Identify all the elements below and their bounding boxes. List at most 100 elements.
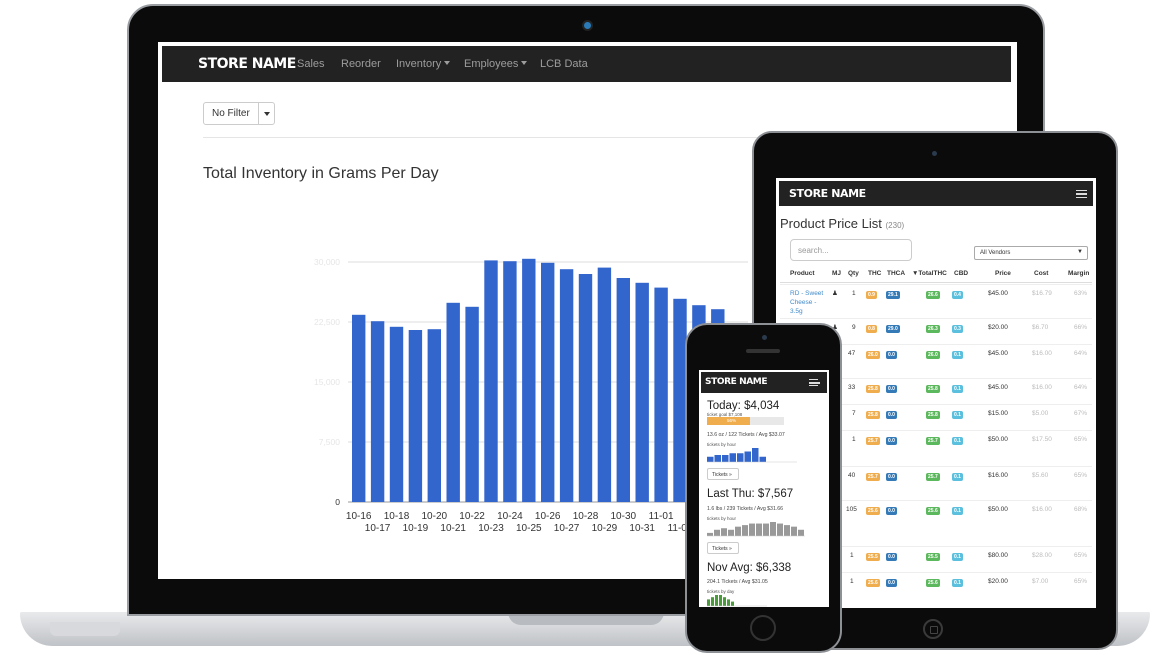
col-header-margin[interactable]: Margin <box>1068 270 1089 277</box>
bar-10-18[interactable] <box>389 326 404 502</box>
cbd-badge: 0.3 <box>952 325 963 333</box>
cbd-badge: 0.1 <box>952 579 963 587</box>
product-link[interactable]: RD - Sweet Cheese - 3.5g <box>790 289 826 316</box>
select-arrow-icon: ▼ <box>1077 249 1083 255</box>
price-cell: $45.00 <box>988 350 1008 357</box>
thc-badge: 26.0 <box>866 351 880 359</box>
bar-10-31[interactable] <box>635 282 649 502</box>
header-divider <box>780 282 1092 283</box>
bar-10-21[interactable] <box>446 302 460 502</box>
col-header-price[interactable]: Price <box>995 270 1011 277</box>
spark-bar <box>763 523 769 536</box>
spark-bar <box>744 451 751 462</box>
bar-10-25[interactable] <box>522 258 536 502</box>
total-thc-badge: 25.8 <box>926 411 940 419</box>
chart-title: Total Inventory in Grams Per Day <box>203 165 439 182</box>
nav-sales[interactable]: Sales <box>297 58 325 70</box>
spark-bar <box>722 455 729 462</box>
spark-bar <box>791 526 797 536</box>
bar-10-16[interactable] <box>352 314 366 502</box>
col-header-total-thc[interactable]: ▼TotalTHC <box>912 270 947 277</box>
cbd-badge: 0.1 <box>952 507 963 515</box>
bar-10-24[interactable] <box>503 261 517 502</box>
bar-10-27[interactable] <box>559 269 574 502</box>
spark-bar <box>729 453 736 462</box>
price-cell: $15.00 <box>988 410 1008 417</box>
hamburger-menu-icon[interactable] <box>1076 190 1087 198</box>
cbd-badge: 0.1 <box>952 473 963 481</box>
bar-10-22[interactable] <box>465 306 479 502</box>
goal-progress-label: 56% <box>727 418 737 423</box>
col-header-thc[interactable]: THC <box>868 270 881 277</box>
filter-toggle[interactable] <box>258 103 275 124</box>
bar-10-23[interactable] <box>484 260 498 502</box>
qty-cell: 1 <box>850 552 854 559</box>
col-header-mj[interactable]: MJ <box>832 270 841 277</box>
spark-bar <box>721 528 727 536</box>
bar-11-01[interactable] <box>654 287 668 502</box>
today-hourly-chart <box>707 448 797 463</box>
x-tick-label: 10-24 <box>497 511 523 522</box>
cbd-badge: 0.4 <box>952 291 963 299</box>
margin-cell: 68% <box>1074 506 1088 513</box>
bar-10-17[interactable] <box>370 321 385 502</box>
total-thc-badge: 26.3 <box>926 325 940 333</box>
qty-cell: 33 <box>848 384 856 391</box>
thca-badge: 29.0 <box>886 325 900 333</box>
price-cell: $20.00 <box>988 324 1008 331</box>
vendor-select[interactable]: All Vendors ▼ <box>974 246 1088 260</box>
bar-10-20[interactable] <box>427 329 441 502</box>
col-header-thca[interactable]: THCA <box>887 270 905 277</box>
spark-bar <box>727 599 730 606</box>
total-thc-badge: 25.6 <box>926 507 940 515</box>
spark-bar <box>798 529 804 536</box>
table-row[interactable]: RD - Sweet Cheese - 3.5g ♟ 1 0.9 29.1 26.6 0.4… <box>780 284 1092 318</box>
goal-progress-bar: 56% <box>707 417 784 425</box>
bar-10-30[interactable] <box>616 278 630 502</box>
cost-cell: $7.00 <box>1032 578 1049 585</box>
thca-badge: 29.1 <box>886 291 900 299</box>
nav-inventory-label: Inventory <box>396 58 442 70</box>
thc-badge: 25.6 <box>866 579 880 587</box>
col-header-qty[interactable]: Qty <box>848 270 859 277</box>
nav-lcb-data[interactable]: LCB Data <box>540 58 588 70</box>
total-thc-badge: 26.0 <box>926 351 940 359</box>
nav-employees[interactable]: Employees <box>464 58 528 70</box>
margin-cell: 65% <box>1074 472 1088 479</box>
filter-dropdown[interactable]: No Filter <box>203 102 275 125</box>
x-tick-label: 10-26 <box>535 511 561 522</box>
mj-icon: ♟ <box>832 290 838 297</box>
col-header-cbd[interactable]: CBD <box>954 270 968 277</box>
nav-reorder[interactable]: Reorder <box>341 58 381 70</box>
brand-logo[interactable]: STORE NAME <box>198 56 296 72</box>
today-sales: Today: $4,034 <box>707 400 780 412</box>
search-input[interactable]: search... <box>790 239 912 261</box>
phone-navbar: STORE NAME <box>701 372 827 393</box>
nav-employees-label: Employees <box>464 58 519 70</box>
bar-10-29[interactable] <box>597 267 612 502</box>
cost-cell: $16.00 <box>1032 506 1052 513</box>
col-header-product[interactable]: Product <box>790 270 815 277</box>
tickets-button[interactable]: Tickets » <box>707 468 739 480</box>
price-cell: $50.00 <box>988 506 1008 513</box>
nav-inventory[interactable]: Inventory <box>396 58 451 70</box>
thc-badge: 25.8 <box>866 411 880 419</box>
phone-brand-logo[interactable]: STORE NAME <box>705 377 767 387</box>
thca-badge: 0.0 <box>886 553 897 561</box>
tickets-button-2[interactable]: Tickets » <box>707 542 739 554</box>
bar-10-26[interactable] <box>541 262 555 502</box>
price-cell: $16.00 <box>988 472 1008 479</box>
bar-10-19[interactable] <box>408 330 423 502</box>
qty-cell: 105 <box>846 506 857 513</box>
bar-10-28[interactable] <box>578 274 593 502</box>
phone-camera <box>762 335 767 340</box>
cost-cell: $16.79 <box>1032 290 1052 297</box>
col-header-cost[interactable]: Cost <box>1034 270 1048 277</box>
y-tick-label: 7,500 <box>319 437 341 447</box>
cost-cell: $16.00 <box>1032 350 1052 357</box>
thca-badge: 0.0 <box>886 385 897 393</box>
tablet-brand-logo[interactable]: STORE NAME <box>789 187 866 200</box>
hamburger-menu-icon[interactable] <box>809 379 820 386</box>
price-cell: $80.00 <box>988 552 1008 559</box>
filter-label: No Filter <box>212 108 250 119</box>
